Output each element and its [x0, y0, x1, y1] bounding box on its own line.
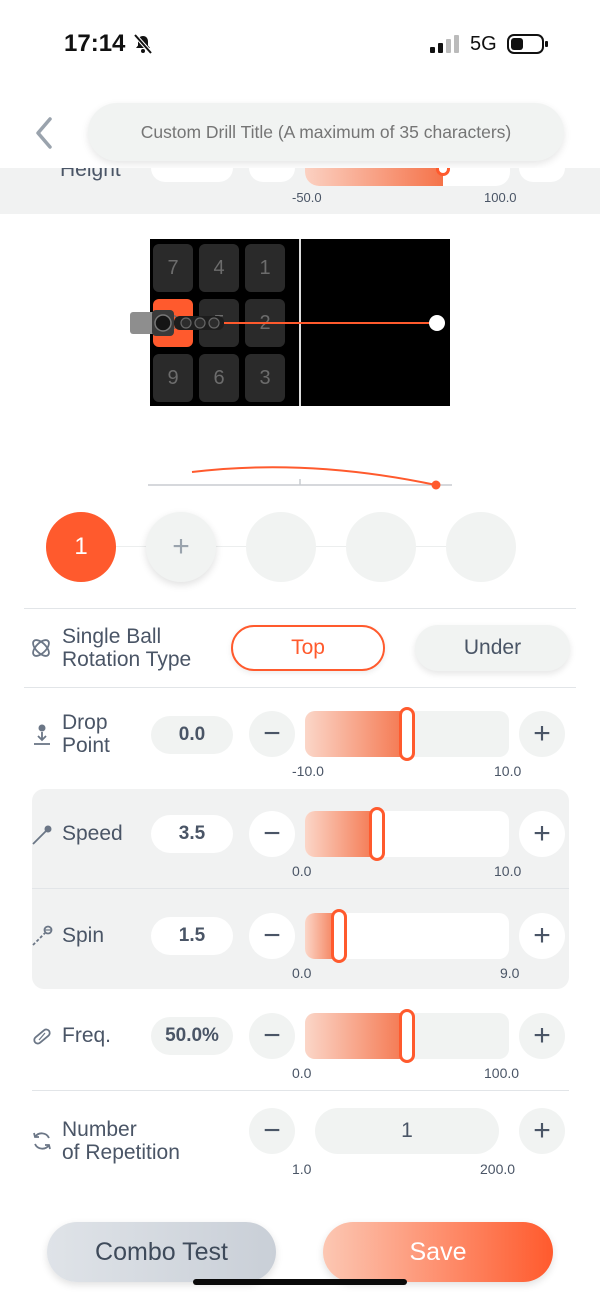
trajectory-line — [190, 322, 438, 324]
add-step-button[interactable]: + — [146, 512, 216, 582]
repetition-label: Number of Repetition — [62, 1118, 180, 1164]
table-top-view[interactable]: 7 4 1 8 5 2 9 6 3 — [130, 239, 450, 406]
drill-title-input[interactable] — [88, 103, 564, 161]
spin-minus-button[interactable]: − — [249, 913, 295, 959]
save-button[interactable]: Save — [323, 1222, 553, 1282]
drop-point-label-line1: Drop — [62, 711, 108, 734]
speed-plus-button[interactable]: + — [519, 811, 565, 857]
zone-cell[interactable]: 6 — [199, 354, 239, 402]
rotation-type-label: Single Ball Rotation Type — [62, 625, 191, 671]
freq-slider-fill — [305, 1013, 407, 1059]
frequency-icon — [33, 1028, 51, 1045]
back-chevron-icon[interactable] — [30, 116, 60, 150]
repeat-icon — [33, 1132, 51, 1150]
spin-plus-button[interactable]: + — [519, 913, 565, 959]
drop-point-slider[interactable] — [305, 707, 509, 761]
step-slot[interactable] — [446, 512, 516, 582]
status-bar: 17:14 5G — [0, 0, 600, 90]
drop-point-label-line2: Point — [62, 734, 110, 757]
freq-label: Freq. — [62, 1024, 112, 1047]
drop-point-max: 10.0 — [494, 763, 522, 779]
rotation-under-button[interactable]: Under — [415, 625, 570, 671]
height-minus-button[interactable] — [249, 168, 295, 182]
spin-min: 0.0 — [292, 965, 312, 981]
freq-slider-thumb[interactable] — [399, 1009, 415, 1063]
repetition-label-line2: of Repetition — [62, 1141, 180, 1164]
speed-minus-button[interactable]: − — [249, 811, 295, 857]
spin-label: Spin — [62, 924, 105, 947]
repetition-max: 200.0 — [480, 1161, 516, 1177]
drop-point-slider-thumb[interactable] — [399, 707, 415, 761]
divider — [32, 888, 569, 889]
robot-launcher-icon — [130, 310, 224, 336]
speed-slider-thumb[interactable] — [369, 807, 385, 861]
step-slot[interactable] — [246, 512, 316, 582]
speed-icon — [32, 825, 52, 845]
drop-point-value[interactable]: 0.0 — [151, 716, 233, 754]
height-slider-thumb[interactable] — [436, 168, 450, 176]
battery-icon — [507, 34, 548, 54]
zone-cell[interactable]: 1 — [245, 244, 285, 292]
rotation-type-label-line2: Rotation Type — [62, 648, 192, 671]
speed-slider-fill — [305, 811, 377, 857]
freq-minus-button[interactable]: − — [249, 1013, 295, 1059]
drop-point-plus-button[interactable]: + — [519, 711, 565, 757]
zone-cell[interactable]: 4 — [199, 244, 239, 292]
spin-value[interactable]: 1.5 — [151, 917, 233, 955]
network-type: 5G — [470, 33, 497, 55]
height-row: Height -50.0 100.0 — [0, 168, 600, 214]
height-max: 100.0 — [484, 190, 517, 205]
speed-value[interactable]: 3.5 — [151, 815, 233, 853]
zone-cell[interactable]: 3 — [245, 354, 285, 402]
step-slot[interactable] — [346, 512, 416, 582]
speed-label: Speed — [62, 822, 123, 845]
speed-slider[interactable] — [305, 807, 509, 861]
repetition-label-line1: Number — [62, 1118, 137, 1141]
repetition-value[interactable]: 1 — [315, 1108, 499, 1154]
freq-max: 100.0 — [484, 1065, 520, 1081]
drop-point-icon — [34, 724, 50, 745]
speed-min: 0.0 — [292, 863, 312, 879]
combo-test-button[interactable]: Combo Test — [47, 1222, 276, 1282]
height-value-pill — [151, 168, 233, 182]
spin-icon — [32, 925, 53, 946]
drop-point-minus-button[interactable]: − — [249, 711, 295, 757]
status-time: 17:14 — [64, 30, 126, 57]
bell-muted-icon — [133, 33, 153, 55]
height-plus-button[interactable] — [519, 168, 565, 182]
height-label: Height — [60, 168, 121, 181]
repetition-plus-button[interactable]: + — [519, 1108, 565, 1154]
spin-max: 9.0 — [500, 965, 520, 981]
repetition-min: 1.0 — [292, 1161, 312, 1177]
spin-slider-thumb[interactable] — [331, 909, 347, 963]
signal-icon — [430, 35, 459, 53]
drop-point-min: -10.0 — [292, 763, 324, 779]
ball-step-selector: 1 + — [44, 512, 524, 584]
rotation-icon — [32, 639, 50, 657]
freq-min: 0.0 — [292, 1065, 312, 1081]
speed-max: 10.0 — [494, 863, 522, 879]
side-trajectory-graph — [148, 466, 452, 490]
freq-value[interactable]: 50.0% — [151, 1017, 233, 1055]
zone-cell[interactable]: 7 — [153, 244, 193, 292]
step-1[interactable]: 1 — [46, 512, 116, 582]
height-slider-fill — [305, 168, 443, 186]
drop-point-label: Drop Point — [62, 711, 110, 757]
rotation-type-label-line1: Single Ball — [62, 625, 162, 648]
repetition-minus-button[interactable]: − — [249, 1108, 295, 1154]
divider — [24, 687, 576, 688]
divider — [24, 608, 576, 609]
target-point[interactable] — [429, 315, 445, 331]
height-min: -50.0 — [292, 190, 322, 205]
rotation-top-button[interactable]: Top — [231, 625, 385, 671]
drop-point-slider-fill — [305, 711, 407, 757]
freq-slider[interactable] — [305, 1009, 509, 1063]
zone-cell[interactable]: 9 — [153, 354, 193, 402]
spin-slider[interactable] — [305, 909, 509, 963]
home-indicator — [193, 1279, 407, 1285]
height-slider[interactable] — [305, 168, 510, 186]
divider — [32, 1090, 569, 1091]
freq-plus-button[interactable]: + — [519, 1013, 565, 1059]
